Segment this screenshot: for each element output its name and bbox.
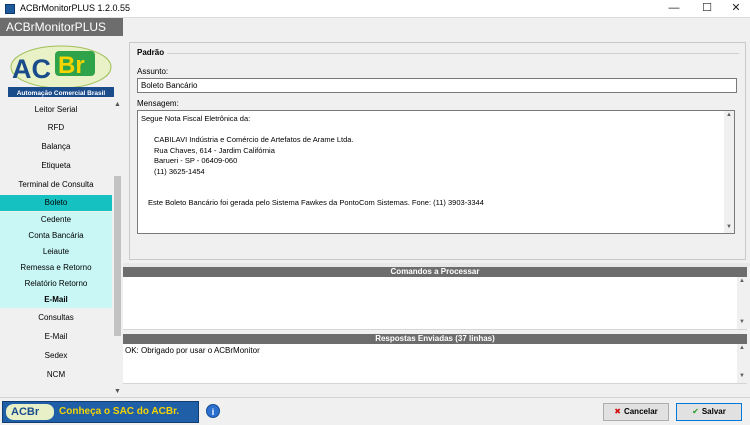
message-label: Mensagem: [137, 99, 179, 108]
group-divider [167, 53, 739, 54]
cancel-label: Cancelar [623, 407, 658, 416]
left-pane: ACBrMonitorPLUS AC Br Automação Comercia… [0, 18, 123, 397]
sidebar-item-consultas[interactable]: Consultas [0, 310, 112, 326]
sidebar-subitem-leiaute[interactable]: Leiaute [0, 244, 112, 260]
message-scrollbar[interactable]: ▲ ▼ [724, 111, 734, 233]
scroll-down-icon[interactable]: ▼ [112, 387, 123, 397]
save-button[interactable]: ✔ Salvar [676, 403, 742, 421]
sidebar-subitem-relatorio-retorno[interactable]: Relatório Retorno [0, 276, 112, 292]
message-line: CABILAVI Indústria e Comércio de Artefat… [154, 135, 354, 144]
check-icon: ✔ [692, 407, 699, 416]
commands-panel-title: Comandos a Processar [123, 267, 747, 277]
message-textarea[interactable]: Segue Nota Fiscal Eletrônica da: CABILAV… [137, 110, 735, 234]
window-title: ACBrMonitorPLUS 1.2.0.55 [20, 3, 131, 13]
cancel-icon: ✖ [614, 407, 621, 416]
sidebar-item-etiqueta[interactable]: Etiqueta [0, 158, 112, 174]
scroll-down-icon[interactable]: ▼ [737, 319, 747, 325]
sidebar-menu: Leitor Serial RFD Balança Etiqueta Termi… [0, 100, 112, 397]
scroll-up-icon[interactable]: ▲ [737, 278, 747, 284]
scroll-up-icon[interactable]: ▲ [724, 112, 734, 118]
sidebar-subitem-remessa-retorno[interactable]: Remessa e Retorno [0, 260, 112, 276]
sac-banner[interactable]: ACBr Conheça o SAC do ACBr. [2, 401, 199, 423]
app-header: ACBrMonitorPLUS [0, 18, 123, 36]
sidebar-item-leitor-serial[interactable]: Leitor Serial [0, 102, 112, 118]
sidebar-subitem-cedente[interactable]: Cedente [0, 212, 112, 228]
message-line: Rua Chaves, 614 - Jardim Califórnia [154, 146, 275, 155]
sidebar-item-sedex[interactable]: Sedex [0, 348, 112, 364]
responses-scrollbar[interactable]: ▲ ▼ [737, 344, 747, 383]
sidebar-scroll-thumb[interactable] [114, 176, 121, 336]
svg-text:AC: AC [12, 54, 51, 84]
close-button[interactable]: ✕ [722, 0, 750, 17]
title-bar: ACBrMonitorPLUS 1.2.0.55 — ☐ ✕ [0, 0, 750, 18]
message-line: (11) 3625-1454 [154, 167, 205, 176]
scroll-up-icon[interactable]: ▲ [737, 345, 747, 351]
sidebar-item-email[interactable]: E-Mail [0, 329, 112, 345]
sidebar-item-rfd[interactable]: RFD [0, 120, 112, 136]
commands-panel[interactable]: ▲ ▼ [123, 277, 747, 330]
info-icon[interactable]: i [206, 404, 220, 418]
svg-text:Automação Comercial Brasil: Automação Comercial Brasil [17, 90, 106, 97]
maximize-button[interactable]: ☐ [693, 0, 721, 17]
sidebar-subitem-email[interactable]: E-Mail [0, 292, 112, 308]
message-line: Este Boleto Bancário foi gerada pelo Sis… [148, 198, 484, 207]
scroll-down-icon[interactable]: ▼ [724, 224, 734, 230]
svg-text:Br: Br [58, 52, 85, 79]
scroll-down-icon[interactable]: ▼ [737, 373, 747, 379]
save-label: Salvar [701, 407, 726, 416]
bottom-bar: ACBr Conheça o SAC do ACBr. i ✖ Cancelar … [0, 397, 750, 425]
sidebar-subitem-conta-bancaria[interactable]: Conta Bancária [0, 228, 112, 244]
subject-label: Assunto: [137, 67, 169, 76]
cancel-button[interactable]: ✖ Cancelar [603, 403, 669, 421]
commands-scrollbar[interactable]: ▲ ▼ [737, 277, 747, 329]
app-icon [5, 4, 15, 14]
response-line: OK: Obrigado por usar o ACBrMonitor [125, 346, 260, 355]
sidebar-item-terminal-consulta[interactable]: Terminal de Consulta [0, 177, 112, 193]
sidebar-item-ncm[interactable]: NCM [0, 367, 112, 383]
subject-input[interactable]: Boleto Bancário [137, 78, 737, 93]
minimize-button[interactable]: — [660, 0, 688, 17]
sac-text: Conheça o SAC do ACBr. [59, 406, 180, 417]
message-line: Segue Nota Fiscal Eletrônica da: [141, 114, 251, 123]
sidebar-item-balanca[interactable]: Balança [0, 139, 112, 155]
sidebar-scrollbar[interactable]: ▲ ▼ [112, 100, 123, 397]
scroll-up-icon[interactable]: ▲ [112, 100, 123, 110]
group-title: Padrão [137, 48, 165, 57]
sidebar-item-boleto[interactable]: Boleto [0, 195, 112, 211]
responses-panel-title: Respostas Enviadas (37 linhas) [123, 334, 747, 344]
message-line: Barueri - SP - 06409-060 [154, 156, 238, 165]
sac-logo: ACBr [6, 404, 54, 420]
responses-panel[interactable]: OK: Obrigado por usar o ACBrMonitor ▲ ▼ [123, 344, 747, 384]
